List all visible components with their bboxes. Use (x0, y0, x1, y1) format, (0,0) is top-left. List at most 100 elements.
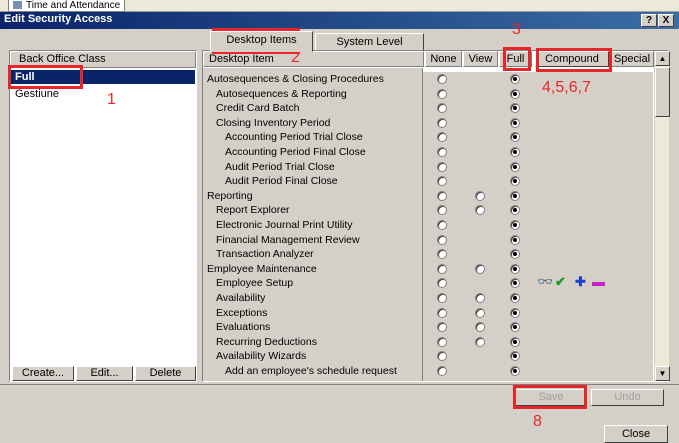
radio-view[interactable] (475, 293, 485, 303)
table-row: Recurring Deductions (203, 335, 653, 350)
create-button[interactable]: Create... (12, 366, 74, 381)
radio-none[interactable] (437, 88, 447, 99)
desktop-item-label: Credit Card Batch (216, 102, 300, 115)
radio-none[interactable] (437, 190, 447, 201)
radio-full[interactable] (510, 249, 520, 260)
column-header-none[interactable]: None (425, 51, 462, 67)
annotation-box-compound-column (536, 48, 612, 72)
edit-button[interactable]: Edit... (76, 366, 133, 381)
background-window-tab[interactable]: Time and Attendance (8, 0, 126, 12)
radio-none[interactable] (437, 161, 447, 172)
delete-icon[interactable]: ▬ (592, 275, 605, 289)
radio-none[interactable] (437, 278, 447, 289)
tab-desktop-items[interactable]: Desktop Items (210, 31, 313, 52)
radio-full[interactable] (510, 103, 520, 114)
radio-none[interactable] (437, 234, 447, 245)
desktop-item-label: Add an employee's schedule request (225, 365, 397, 377)
desktop-item-label: Accounting Period Trial Close (225, 131, 363, 144)
desktop-item-label: Employee Maintenance (207, 262, 317, 275)
table-row: Financial Management Review (203, 233, 653, 248)
radio-full[interactable] (510, 147, 520, 157)
radio-full[interactable] (510, 263, 520, 274)
radio-none[interactable] (437, 117, 447, 128)
radio-none[interactable] (437, 366, 447, 376)
check-icon[interactable]: ✔ (555, 275, 566, 289)
radio-full[interactable] (510, 293, 520, 303)
close-window-button[interactable]: X (658, 14, 674, 27)
radio-full[interactable] (510, 132, 520, 143)
radio-none[interactable] (437, 147, 447, 157)
radio-full[interactable] (510, 278, 520, 289)
radio-full[interactable] (510, 366, 520, 376)
radio-none[interactable] (437, 220, 447, 230)
radio-view[interactable] (475, 205, 485, 216)
table-row: Report Explorer (203, 203, 653, 218)
table-row: Transaction Analyzer (203, 247, 653, 262)
desktop-item-label: Audit Period Trial Close (225, 160, 335, 173)
add-icon[interactable]: ✚ (575, 275, 586, 289)
table-row: Accounting Period Trial Close (203, 130, 653, 145)
radio-view[interactable] (475, 307, 485, 318)
desktop-item-label: Financial Management Review (216, 233, 360, 246)
radio-view[interactable] (475, 263, 485, 274)
undo-button[interactable]: Undo (591, 389, 664, 406)
radio-full[interactable] (510, 307, 520, 318)
radio-full[interactable] (510, 74, 520, 84)
close-button[interactable]: Close (604, 425, 668, 443)
radio-full[interactable] (510, 351, 520, 362)
radio-full[interactable] (510, 336, 520, 347)
radio-none[interactable] (437, 176, 447, 187)
radio-full[interactable] (510, 322, 520, 333)
tab-system-level[interactable]: System Level (315, 33, 424, 51)
view-icon[interactable]: 👓 (537, 275, 553, 289)
radio-none[interactable] (437, 74, 447, 84)
radio-view[interactable] (475, 190, 485, 201)
radio-none[interactable] (437, 249, 447, 260)
desktop-item-label: Exceptions (216, 306, 268, 319)
delete-button[interactable]: Delete (135, 366, 196, 381)
radio-full[interactable] (510, 220, 520, 230)
radio-full[interactable] (510, 117, 520, 128)
radio-none[interactable] (437, 322, 447, 333)
annotation-number-1: 1 (107, 91, 116, 108)
desktop-item-label: Transaction Analyzer (216, 248, 314, 261)
desktop-item-label: Availability Wizards (216, 350, 307, 363)
table-row: Availability (203, 291, 653, 306)
radio-view[interactable] (475, 322, 485, 333)
scroll-thumb[interactable] (655, 67, 670, 117)
desktop-item-label: Electronic Journal Print Utility (216, 219, 353, 231)
radio-full[interactable] (510, 234, 520, 245)
column-header-view[interactable]: View (463, 51, 498, 67)
help-button[interactable]: ? (641, 14, 657, 27)
radio-none[interactable] (437, 336, 447, 347)
window-title: Edit Security Access (4, 13, 113, 25)
scroll-up-icon[interactable]: ▲ (655, 51, 670, 66)
table-row: Audit Period Final Close (203, 174, 653, 189)
column-header-special[interactable]: Special (610, 51, 654, 67)
annotation-number-3: 3 (512, 21, 521, 38)
scroll-down-icon[interactable]: ▼ (655, 366, 670, 381)
radio-full[interactable] (510, 205, 520, 216)
table-row: Employee Setup 👓 ✔ ✚ ▬ (203, 275, 653, 291)
annotation-number-4567: 4,5,6,7 (542, 79, 591, 96)
desktop-item-label: Availability (216, 292, 266, 304)
radio-full[interactable] (510, 88, 520, 99)
table-row: Accounting Period Final Close (203, 145, 653, 160)
radio-full[interactable] (510, 161, 520, 172)
class-item-gestiune[interactable]: Gestiune (11, 87, 195, 101)
radio-full[interactable] (510, 176, 520, 187)
radio-view[interactable] (475, 336, 485, 347)
radio-none[interactable] (437, 263, 447, 274)
radio-none[interactable] (437, 132, 447, 143)
desktop-item-label: Reporting (207, 189, 253, 202)
grid-scrollbar[interactable]: ▲ ▼ (654, 51, 670, 381)
desktop-item-label: Report Explorer (216, 204, 290, 217)
desktop-item-label: Accounting Period Final Close (225, 146, 366, 158)
radio-none[interactable] (437, 103, 447, 114)
radio-none[interactable] (437, 351, 447, 362)
radio-none[interactable] (437, 205, 447, 216)
radio-full[interactable] (510, 190, 520, 201)
radio-none[interactable] (437, 293, 447, 303)
radio-none[interactable] (437, 307, 447, 318)
table-row: Electronic Journal Print Utility (203, 218, 653, 233)
